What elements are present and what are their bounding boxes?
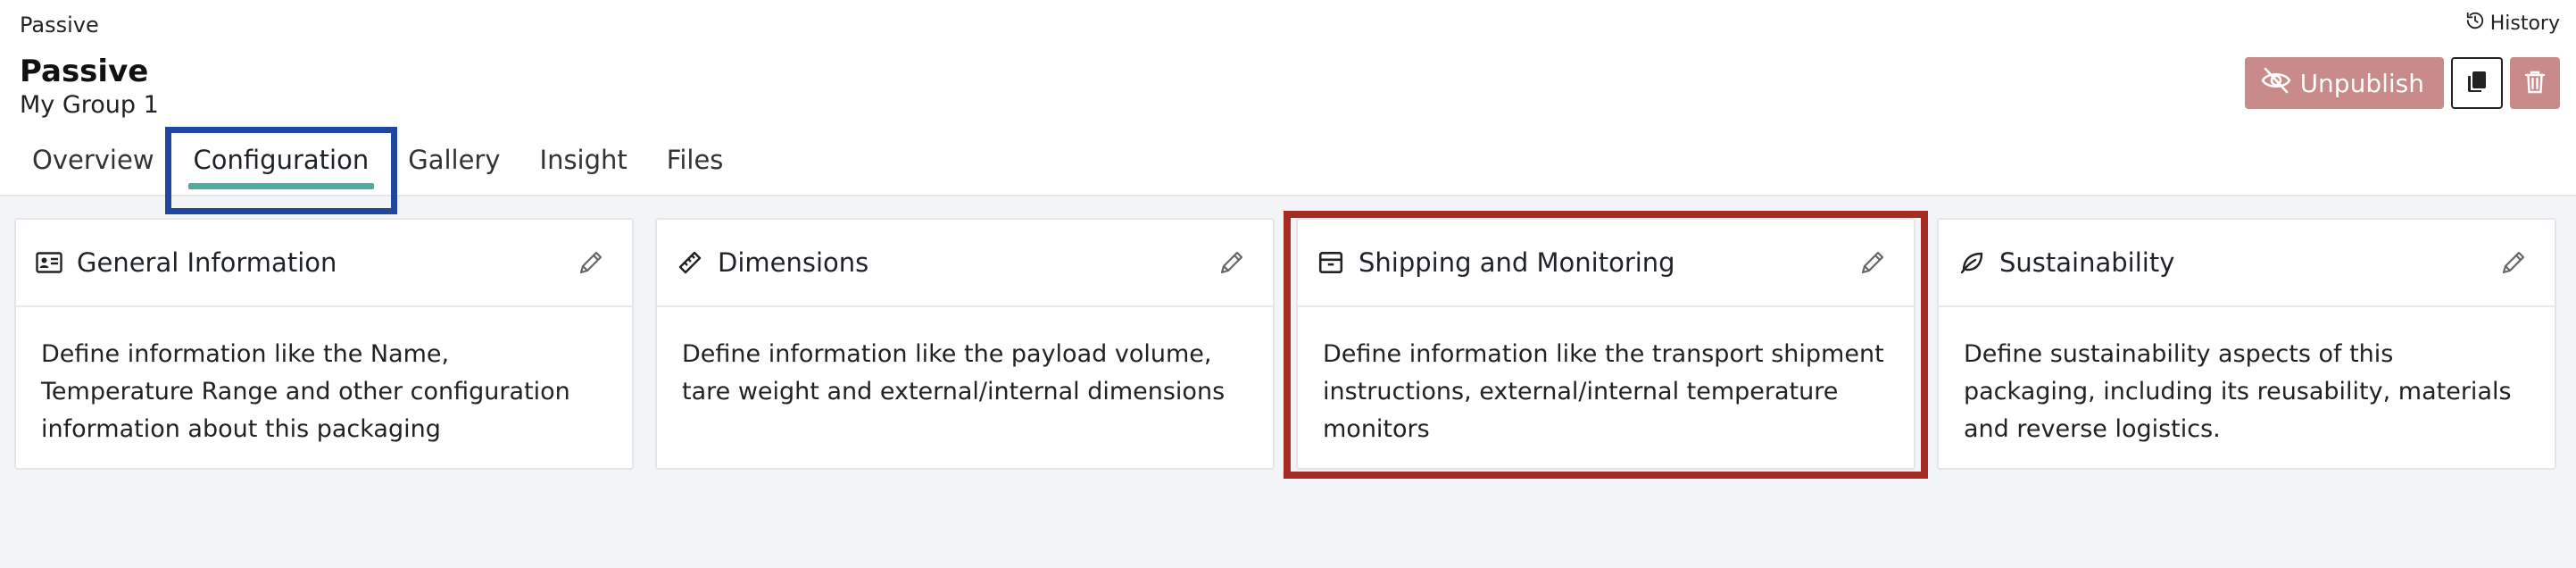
trash-icon — [2524, 70, 2546, 97]
tab-gallery[interactable]: Gallery — [388, 132, 519, 196]
card-header: Sustainability — [1939, 220, 2555, 307]
card-title: General Information — [77, 247, 337, 278]
card-title: Shipping and Monitoring — [1359, 247, 1675, 278]
unpublish-label: Unpublish — [2299, 68, 2424, 98]
card-description: Define information like the transport sh… — [1323, 340, 1884, 443]
breadcrumb[interactable]: Passive — [20, 13, 99, 38]
history-label: History — [2489, 12, 2560, 35]
duplicate-button[interactable] — [2451, 57, 2503, 109]
id-card-icon — [34, 249, 64, 276]
history-link[interactable]: History — [2465, 11, 2560, 36]
leaf-icon — [1957, 249, 1987, 276]
card-header: Dimensions — [657, 220, 1273, 307]
tab-bar: Overview Configuration Gallery Insight F… — [12, 127, 744, 214]
history-icon — [2465, 11, 2485, 36]
pencil-icon — [2502, 251, 2525, 274]
card-title: Dimensions — [718, 247, 869, 278]
header-actions: Unpublish — [2244, 57, 2560, 109]
unpublish-button[interactable]: Unpublish — [2244, 57, 2444, 109]
delete-button[interactable] — [2510, 57, 2560, 109]
configuration-cards: General Information Define information l… — [14, 211, 2556, 479]
ruler-icon — [675, 249, 705, 276]
card-description: Define information like the payload volu… — [682, 340, 1226, 405]
tab-files[interactable]: Files — [647, 132, 744, 196]
edit-general-information-button[interactable] — [573, 245, 609, 280]
card-description: Define sustainability aspects of this pa… — [1964, 340, 2512, 443]
page-subtitle: My Group 1 — [20, 91, 159, 119]
pencil-icon — [579, 251, 602, 274]
page-title: Passive — [20, 54, 149, 89]
card-title: Sustainability — [1999, 247, 2175, 278]
tab-configuration-label: Configuration — [193, 145, 370, 175]
edit-shipping-and-monitoring-button[interactable] — [1855, 245, 1890, 280]
card-sustainability: Sustainability Define sustainability asp… — [1937, 218, 2556, 470]
box-icon — [1316, 249, 1346, 276]
tab-insight[interactable]: Insight — [520, 132, 647, 196]
tab-configuration[interactable]: Configuration — [164, 127, 398, 214]
card-general-information: General Information Define information l… — [14, 218, 634, 470]
pencil-icon — [1861, 251, 1884, 274]
card-description: Define information like the Name, Temper… — [41, 340, 570, 443]
eye-slash-icon — [2261, 67, 2291, 100]
edit-dimensions-button[interactable] — [1214, 245, 1250, 280]
tab-overview[interactable]: Overview — [12, 132, 174, 196]
card-shipping-and-monitoring: Shipping and Monitoring Define informati… — [1284, 211, 1928, 479]
card-header: Shipping and Monitoring — [1298, 220, 1914, 307]
card-header: General Information — [16, 220, 632, 307]
page-header: Passive History Passive My Group 1 Unpub… — [0, 0, 2576, 214]
copy-icon — [2465, 70, 2489, 97]
pencil-icon — [1220, 251, 1243, 274]
card-dimensions: Dimensions Define information like the p… — [655, 218, 1275, 470]
edit-sustainability-button[interactable] — [2496, 245, 2531, 280]
